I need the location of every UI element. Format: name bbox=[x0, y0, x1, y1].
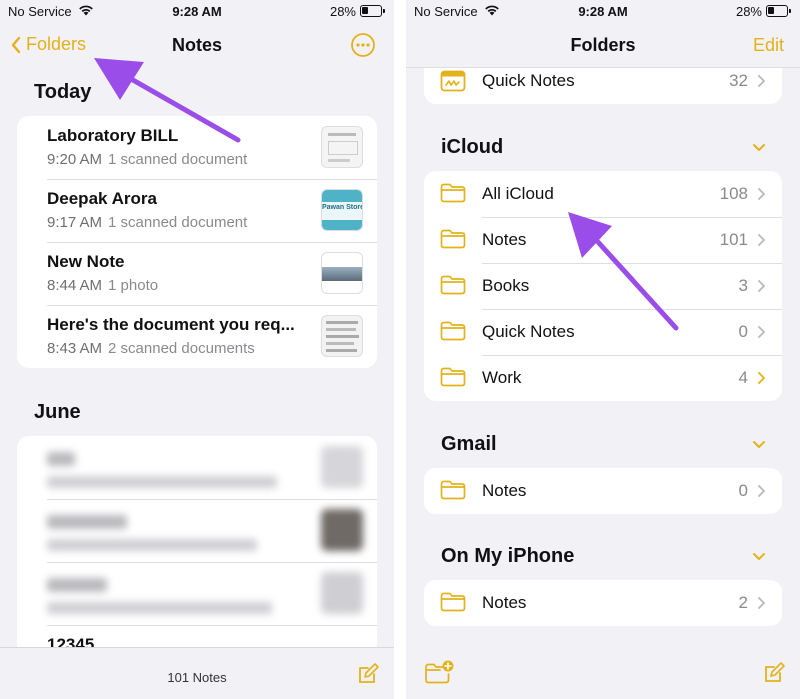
page-title: Folders bbox=[570, 35, 636, 55]
folder-icon bbox=[440, 367, 466, 387]
nav-bar: Folders Notes bbox=[0, 24, 394, 68]
blurred-note-row[interactable] bbox=[17, 436, 377, 499]
bottom-toolbar bbox=[406, 647, 800, 699]
edit-button[interactable]: Edit bbox=[753, 35, 784, 56]
group-header-icloud: iCloud bbox=[441, 136, 504, 158]
note-row[interactable]: Here's the document you req... 8:43 AM 2 … bbox=[17, 305, 377, 368]
blurred-note-row[interactable] bbox=[17, 562, 377, 625]
chevron-down-icon[interactable] bbox=[752, 143, 766, 152]
folder-row-iphone-notes[interactable]: Notes 2 bbox=[424, 580, 782, 626]
note-meta: 9:20 AM 1 scanned document bbox=[47, 151, 248, 168]
folder-icon bbox=[440, 275, 466, 295]
iphone-folders-card: Notes 2 bbox=[424, 580, 782, 626]
folder-icon bbox=[440, 480, 466, 500]
nav-bar: Folders Edit bbox=[406, 24, 800, 68]
status-bar: No Service 9:28 AM 28% bbox=[0, 0, 394, 24]
note-title: New Note bbox=[47, 252, 125, 271]
folder-count: 4 bbox=[738, 368, 748, 387]
folder-name: Quick Notes bbox=[482, 71, 575, 90]
today-notes-card: Laboratory BILL 9:20 AM 1 scanned documen… bbox=[17, 116, 377, 368]
note-thumbnail bbox=[321, 126, 363, 168]
bottom-toolbar: 101 Notes bbox=[0, 647, 394, 699]
blurred-note-row[interactable] bbox=[17, 499, 377, 562]
page-title: Notes bbox=[171, 35, 222, 55]
chevron-down-icon[interactable] bbox=[752, 552, 766, 561]
chevron-right-icon bbox=[758, 234, 765, 246]
chevron-right-icon bbox=[758, 75, 765, 87]
folder-count: 0 bbox=[738, 322, 748, 341]
thumbnail-text: Pawan Store bbox=[322, 204, 363, 211]
folder-name: Notes bbox=[482, 593, 527, 612]
note-meta: 8:43 AM 2 scanned documents bbox=[47, 340, 255, 357]
battery-icon bbox=[360, 5, 385, 17]
battery-percent: 28% bbox=[329, 4, 356, 19]
note-row[interactable]: New Note 8:44 AM 1 photo bbox=[17, 242, 377, 305]
folder-count: 32 bbox=[729, 71, 748, 90]
folder-count: 2 bbox=[738, 593, 748, 612]
note-title: Deepak Arora bbox=[47, 189, 157, 208]
chevron-right-icon bbox=[758, 485, 765, 497]
folder-icon bbox=[440, 321, 466, 341]
note-thumbnail: Pawan Store bbox=[321, 189, 363, 231]
battery-percent: 28% bbox=[735, 4, 762, 19]
folder-count: 108 bbox=[719, 184, 748, 203]
chevron-right-icon bbox=[758, 326, 765, 338]
folder-count: 0 bbox=[738, 481, 748, 500]
note-meta: 8:44 AM 1 photo bbox=[47, 277, 159, 294]
note-title: Here's the document you req... bbox=[47, 315, 295, 334]
folder-count: 101 bbox=[719, 230, 748, 249]
notes-count: 101 Notes bbox=[167, 670, 227, 685]
ellipsis-circle-icon[interactable] bbox=[350, 32, 376, 58]
folder-row-books[interactable]: Books 3 bbox=[424, 263, 782, 309]
note-thumbnail bbox=[321, 252, 363, 294]
section-header-today: Today bbox=[34, 81, 92, 103]
chevron-right-icon bbox=[758, 372, 765, 384]
folder-name: Work bbox=[482, 368, 522, 387]
chevron-right-icon bbox=[758, 280, 765, 292]
gmail-folders-card: Notes 0 bbox=[424, 468, 782, 514]
group-header-on-my-iphone: On My iPhone bbox=[441, 545, 575, 567]
folder-icon bbox=[440, 592, 466, 612]
folder-row-gmail-notes[interactable]: Notes 0 bbox=[424, 468, 782, 514]
notes-list-screen: No Service 9:28 AM 28% Folders Notes Tod… bbox=[0, 0, 394, 699]
folder-row-quick-notes[interactable]: Quick Notes 0 bbox=[424, 309, 782, 355]
note-meta: 9:17 AM 1 scanned document bbox=[47, 214, 248, 231]
folder-row-notes[interactable]: Notes 101 bbox=[424, 217, 782, 263]
new-folder-icon[interactable] bbox=[424, 659, 454, 685]
group-header-gmail: Gmail bbox=[441, 433, 497, 455]
folder-name: All iCloud bbox=[482, 184, 554, 203]
chevron-right-icon bbox=[758, 597, 765, 609]
compose-icon[interactable] bbox=[762, 661, 786, 685]
note-title: Laboratory BILL bbox=[47, 126, 179, 145]
folder-icon bbox=[440, 229, 466, 249]
folder-icon bbox=[440, 183, 466, 203]
divider bbox=[47, 625, 377, 626]
june-notes-card: 12345 bbox=[17, 436, 377, 656]
chevron-down-icon[interactable] bbox=[752, 440, 766, 449]
note-row[interactable]: Laboratory BILL 9:20 AM 1 scanned documen… bbox=[17, 116, 377, 179]
section-header-june: June bbox=[34, 401, 81, 423]
folders-screen: No Service 9:28 AM 28% Folders Edit Quic… bbox=[406, 0, 800, 699]
folder-name: Books bbox=[482, 276, 530, 295]
note-row[interactable]: Deepak Arora 9:17 AM 1 scanned document P… bbox=[17, 179, 377, 242]
folder-count: 3 bbox=[738, 276, 748, 295]
compose-icon[interactable] bbox=[356, 662, 380, 686]
folder-name: Quick Notes bbox=[482, 322, 575, 341]
note-thumbnail bbox=[321, 315, 363, 357]
quick-note-icon bbox=[440, 70, 466, 92]
chevron-right-icon bbox=[758, 188, 765, 200]
status-bar: No Service 9:28 AM 28% bbox=[406, 0, 800, 24]
icloud-folders-card: All iCloud 108 Notes 101 Books 3 Quick N… bbox=[424, 171, 782, 401]
battery-icon bbox=[766, 5, 791, 17]
folder-name: Notes bbox=[482, 481, 527, 500]
folder-row-all-icloud[interactable]: All iCloud 108 bbox=[424, 171, 782, 217]
folder-row-work[interactable]: Work 4 bbox=[424, 355, 782, 401]
folder-name: Notes bbox=[482, 230, 527, 249]
